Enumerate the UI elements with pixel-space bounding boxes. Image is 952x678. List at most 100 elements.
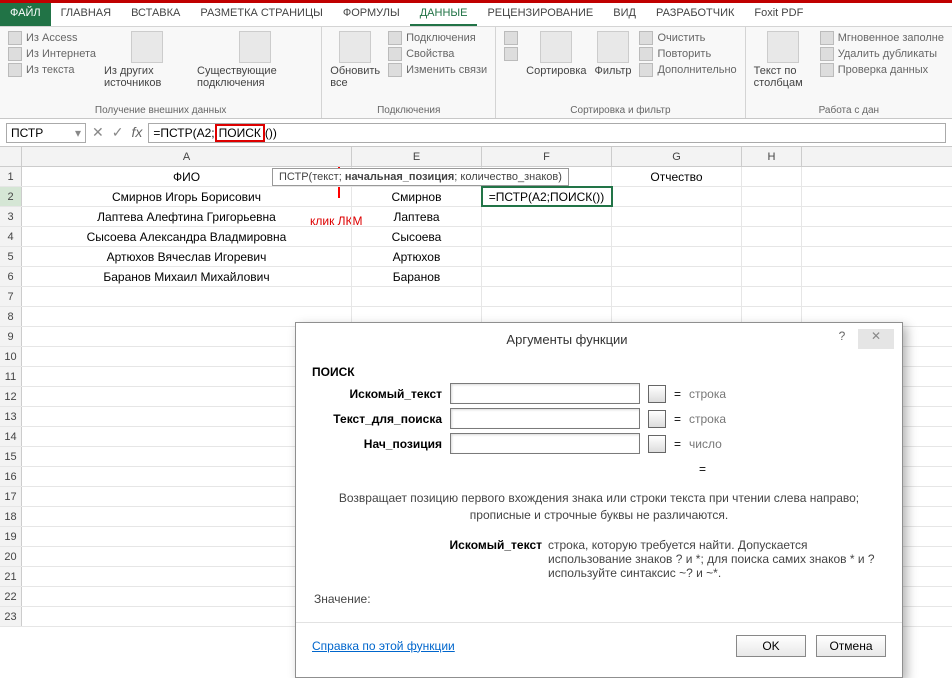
cell[interactable] (742, 227, 802, 246)
cell[interactable] (742, 207, 802, 226)
btn-from-text[interactable]: Из текста (8, 63, 96, 77)
col-header-H[interactable]: H (742, 147, 802, 166)
cell[interactable]: Баранов Михаил Михайлович (22, 267, 352, 286)
cell[interactable] (612, 287, 742, 306)
btn-from-access[interactable]: Из Access (8, 31, 96, 45)
row-header[interactable]: 21 (0, 567, 22, 586)
row-header[interactable]: 9 (0, 327, 22, 346)
tab-data[interactable]: ДАННЫЕ (410, 3, 478, 26)
btn-data-validation[interactable]: Проверка данных (820, 63, 944, 77)
row-header[interactable]: 2 (0, 187, 22, 206)
btn-existing-connections[interactable]: Существующие подключения (197, 31, 313, 103)
cell[interactable] (612, 267, 742, 286)
cell[interactable] (742, 167, 802, 186)
formula-input[interactable]: =ПСТР(A2;ПОИСК()) (148, 123, 946, 143)
row-header[interactable]: 14 (0, 427, 22, 446)
col-header-F[interactable]: F (482, 147, 612, 166)
row-header[interactable]: 11 (0, 367, 22, 386)
cancel-button[interactable]: Отмена (816, 635, 886, 657)
btn-filter[interactable]: Фильтр (595, 31, 632, 103)
cell[interactable]: Лаптева Алефтина Григорьевна (22, 207, 352, 226)
cell[interactable] (482, 247, 612, 266)
cell[interactable] (612, 247, 742, 266)
cell[interactable]: Артюхов (352, 247, 482, 266)
btn-refresh-all[interactable]: Обновить все (330, 31, 380, 103)
btn-edit-links[interactable]: Изменить связи (388, 63, 487, 77)
cancel-formula-icon[interactable]: ✕ (92, 124, 104, 141)
tab-insert[interactable]: ВСТАВКА (121, 3, 190, 26)
cell[interactable] (742, 267, 802, 286)
help-button[interactable]: ? (830, 329, 854, 349)
cell[interactable]: Сысоева (352, 227, 482, 246)
select-all-corner[interactable] (0, 147, 22, 166)
btn-connections[interactable]: Подключения (388, 31, 487, 45)
cell[interactable]: Смирнов Игорь Борисович (22, 187, 352, 206)
btn-sort-asc[interactable] (504, 31, 518, 45)
enter-formula-icon[interactable]: ✓ (112, 124, 124, 141)
btn-filter-advanced[interactable]: Дополнительно (639, 63, 736, 77)
cell[interactable]: Баранов (352, 267, 482, 286)
cell[interactable] (742, 287, 802, 306)
name-box[interactable]: ПСТР▾ (6, 123, 86, 143)
cell[interactable] (612, 187, 742, 206)
row-header[interactable]: 6 (0, 267, 22, 286)
cell[interactable] (742, 187, 802, 206)
row-header[interactable]: 10 (0, 347, 22, 366)
btn-properties[interactable]: Свойства (388, 47, 487, 61)
row-header[interactable]: 1 (0, 167, 22, 186)
btn-remove-duplicates[interactable]: Удалить дубликаты (820, 47, 944, 61)
cell[interactable] (482, 267, 612, 286)
tab-developer[interactable]: РАЗРАБОТЧИК (646, 3, 744, 26)
cell[interactable] (742, 247, 802, 266)
cell[interactable]: Сысоева Александра Владмировна (22, 227, 352, 246)
btn-text-to-columns[interactable]: Текст по столбцам (754, 31, 812, 103)
tab-formulas[interactable]: ФОРМУЛЫ (333, 3, 410, 26)
row-header[interactable]: 7 (0, 287, 22, 306)
range-selector-icon[interactable] (648, 410, 666, 428)
btn-sort-desc[interactable] (504, 47, 518, 61)
btn-filter-clear[interactable]: Очистить (639, 31, 736, 45)
btn-sort[interactable]: Сортировка (526, 31, 586, 103)
row-header[interactable]: 12 (0, 387, 22, 406)
row-header[interactable]: 20 (0, 547, 22, 566)
help-link[interactable]: Справка по этой функции (312, 639, 455, 653)
chevron-down-icon[interactable]: ▾ (75, 126, 81, 140)
ok-button[interactable]: OK (736, 635, 806, 657)
row-header[interactable]: 18 (0, 507, 22, 526)
row-header[interactable]: 4 (0, 227, 22, 246)
range-selector-icon[interactable] (648, 435, 666, 453)
dialog-titlebar[interactable]: Аргументы функции ? ✕ (296, 323, 902, 355)
tab-pagelayout[interactable]: РАЗМЕТКА СТРАНИЦЫ (190, 3, 332, 26)
active-cell[interactable]: =ПСТР(A2;ПОИСК()) (482, 187, 612, 206)
row-header[interactable]: 3 (0, 207, 22, 226)
row-header[interactable]: 17 (0, 487, 22, 506)
arg-input-start[interactable] (450, 433, 640, 454)
row-header[interactable]: 19 (0, 527, 22, 546)
range-selector-icon[interactable] (648, 385, 666, 403)
cell[interactable]: Отчество (612, 167, 742, 186)
col-header-E[interactable]: E (352, 147, 482, 166)
row-header[interactable]: 8 (0, 307, 22, 326)
cell[interactable] (22, 287, 352, 306)
cell[interactable] (612, 207, 742, 226)
arg-input-within[interactable] (450, 408, 640, 429)
btn-filter-reapply[interactable]: Повторить (639, 47, 736, 61)
row-header[interactable]: 13 (0, 407, 22, 426)
cell[interactable]: Лаптева (352, 207, 482, 226)
tab-view[interactable]: ВИД (603, 3, 646, 26)
cell[interactable] (482, 287, 612, 306)
tab-foxit[interactable]: Foxit PDF (744, 3, 813, 26)
btn-other-sources[interactable]: Из других источников (104, 31, 189, 103)
col-header-G[interactable]: G (612, 147, 742, 166)
cell[interactable] (482, 207, 612, 226)
row-header[interactable]: 16 (0, 467, 22, 486)
cell[interactable] (352, 287, 482, 306)
row-header[interactable]: 5 (0, 247, 22, 266)
cell[interactable] (612, 227, 742, 246)
row-header[interactable]: 23 (0, 607, 22, 626)
tab-home[interactable]: ГЛАВНАЯ (51, 3, 121, 26)
row-header[interactable]: 15 (0, 447, 22, 466)
tab-file[interactable]: ФАЙЛ (0, 3, 51, 26)
btn-flash-fill[interactable]: Мгновенное заполне (820, 31, 944, 45)
arg-input-text[interactable] (450, 383, 640, 404)
